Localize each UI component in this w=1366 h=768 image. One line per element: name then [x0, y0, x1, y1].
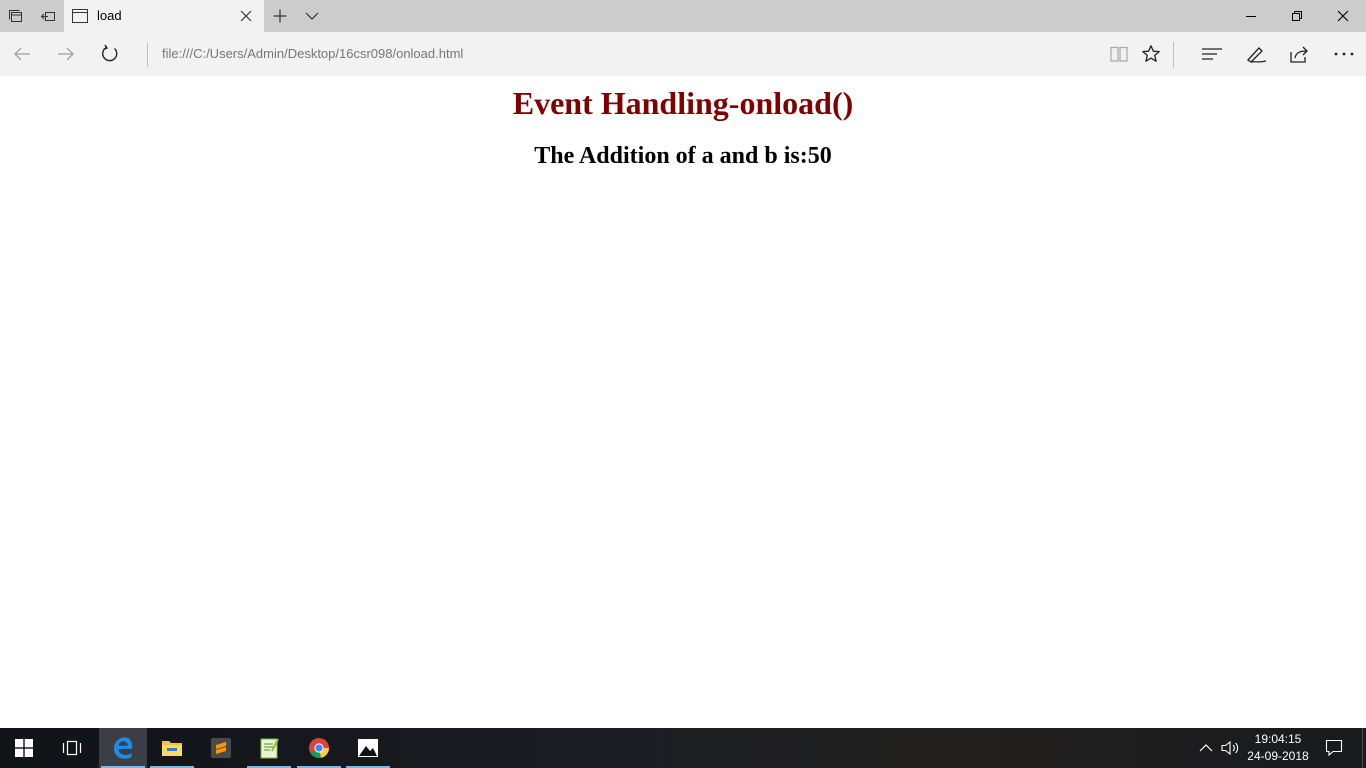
chevron-up-icon	[1199, 744, 1213, 752]
edge-icon	[114, 737, 133, 759]
set-tabs-aside-icon[interactable]	[32, 0, 64, 32]
toolbar-divider	[1173, 42, 1174, 68]
taskbar-sublime-text-button[interactable]	[197, 728, 245, 768]
clock-date: 24-09-2018	[1247, 749, 1309, 763]
chrome-icon	[309, 738, 329, 759]
back-button[interactable]	[0, 32, 44, 76]
addition-result-text: The Addition of a and b is:50	[534, 143, 832, 169]
start-icon	[15, 739, 33, 757]
tab-strip: load	[0, 0, 1366, 32]
share-icon	[1290, 46, 1308, 63]
refresh-button[interactable]	[88, 32, 132, 76]
forward-button[interactable]	[44, 32, 88, 76]
new-tab-icon[interactable]	[264, 0, 296, 32]
forward-arrow-icon	[58, 47, 74, 61]
page-content: Event Handling-onload() The Addition of …	[0, 76, 1366, 728]
file-explorer-icon	[162, 741, 182, 756]
taskbar: 19:04:15 24-09-2018	[0, 728, 1366, 768]
tab-preview-chevron-down-icon[interactable]	[296, 0, 328, 32]
action-center-button[interactable]	[1320, 728, 1348, 768]
close-window-button[interactable]	[1320, 0, 1366, 32]
show-hidden-icons-button[interactable]	[1196, 728, 1216, 768]
hub-button[interactable]	[1190, 32, 1234, 76]
hub-lines-icon	[1202, 48, 1222, 60]
taskbar-chrome-button[interactable]	[295, 728, 343, 768]
close-tab-icon[interactable]	[238, 8, 254, 24]
more-dots-icon	[1334, 52, 1354, 56]
task-view-icon	[62, 740, 82, 756]
taskbar-notepad-plus-button[interactable]	[245, 728, 293, 768]
page-icon	[72, 9, 88, 23]
notepad-plus-icon	[260, 738, 279, 759]
address-divider	[147, 43, 148, 67]
back-arrow-icon	[14, 47, 30, 61]
restore-button[interactable]	[1274, 0, 1320, 32]
address-field[interactable]: file:///C:/Users/Admin/Desktop/16csr098/…	[162, 46, 463, 61]
tabs-aside-icon[interactable]	[0, 0, 32, 32]
minimize-button[interactable]	[1228, 0, 1274, 32]
minimize-icon	[1246, 16, 1256, 17]
navigation-bar: file:///C:/Users/Admin/Desktop/16csr098/…	[0, 32, 1366, 76]
more-button[interactable]	[1322, 32, 1366, 76]
photos-icon	[358, 739, 378, 757]
clock[interactable]: 19:04:15 24-09-2018	[1238, 731, 1318, 765]
refresh-icon	[102, 44, 118, 62]
taskbar-edge-button[interactable]	[99, 728, 147, 768]
task-view-button[interactable]	[48, 728, 96, 768]
pen-icon	[1247, 47, 1267, 63]
active-tab[interactable]: load	[64, 0, 264, 32]
taskbar-file-explorer-button[interactable]	[148, 728, 196, 768]
clock-time: 19:04:15	[1254, 732, 1302, 746]
reading-view-book-icon	[1110, 46, 1128, 62]
page-heading: Event Handling-onload()	[512, 85, 854, 121]
tab-title: load	[97, 8, 122, 23]
star-icon	[1142, 45, 1160, 62]
web-note-button[interactable]	[1234, 32, 1278, 76]
show-desktop-button[interactable]	[1362, 728, 1363, 768]
close-icon	[1337, 10, 1349, 22]
favorite-button[interactable]	[1129, 32, 1173, 76]
restore-icon	[1292, 11, 1302, 21]
start-button[interactable]	[0, 728, 48, 768]
notification-icon	[1325, 739, 1343, 757]
taskbar-photos-button[interactable]	[344, 728, 392, 768]
share-button[interactable]	[1277, 32, 1321, 76]
sublime-text-icon	[211, 738, 231, 758]
